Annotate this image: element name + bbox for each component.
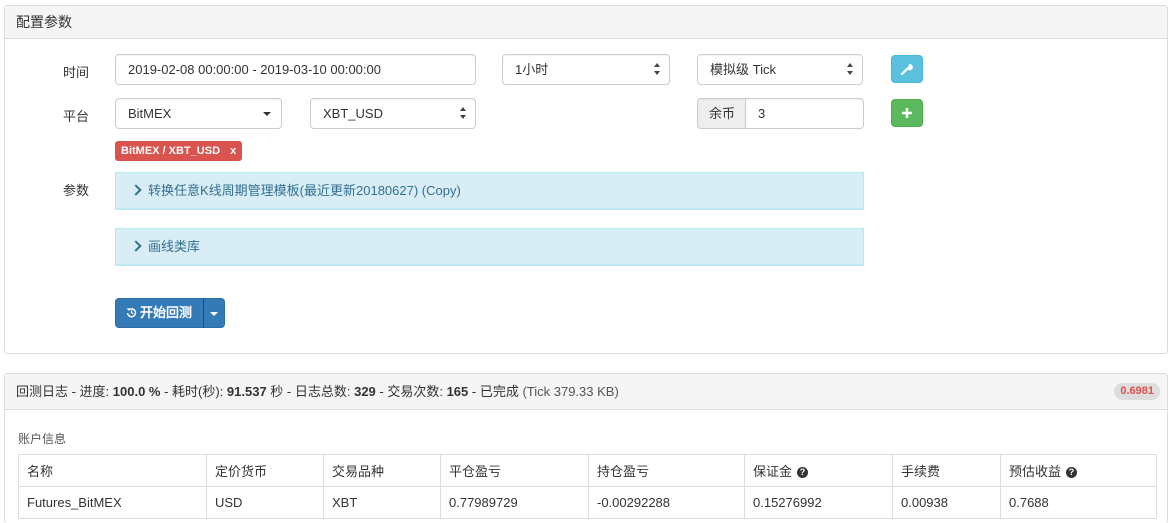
chevron-right-icon [130, 184, 142, 196]
col-header-label: 预估收益 [1009, 464, 1062, 479]
select-arrows-icon [654, 63, 661, 75]
col-header: 交易品种 [323, 454, 441, 487]
symbol-select-value: XBT_USD [323, 106, 383, 121]
param-group-title: 画线类库 [148, 239, 201, 254]
symbol-select[interactable]: XBT_USD [310, 98, 476, 129]
pair-tag-label: BitMEX / XBT_USD [121, 145, 221, 157]
run-backtest-label: 开始回测 [140, 305, 193, 320]
period-select-value: 1小时 [515, 62, 549, 77]
log-count: 329 [354, 384, 376, 399]
table-cell: 0.15276992 [744, 486, 893, 519]
param-group-template[interactable]: 转换任意K线周期管理模板(最近更新20180627) (Copy) [115, 172, 864, 210]
log-prefix: 回测日志 - 进度: [16, 384, 113, 399]
period-select[interactable]: 1小时 [502, 54, 670, 85]
history-icon [126, 308, 137, 318]
param-group-drawing-lib[interactable]: 画线类库 [115, 228, 864, 266]
table-cell: 0.7688 [1000, 486, 1157, 519]
table-cell: 0.00938 [892, 486, 1001, 519]
question-circle-icon[interactable]: ? [797, 467, 809, 478]
param-group-title: 转换任意K线周期管理模板(最近更新20180627) (Copy) [148, 183, 461, 198]
col-header-label: 保证金 [753, 464, 793, 479]
col-header-with-help: 保证金? [744, 454, 893, 487]
balance-addon: 余币 [697, 98, 746, 129]
table-cell: USD [206, 486, 324, 519]
pair-tag[interactable]: BitMEX / XBT_USD x [115, 141, 243, 161]
log-elapsed-label: - 耗时(秒): [160, 384, 227, 399]
col-header: 平仓盈亏 [440, 454, 589, 487]
col-header: 定价货币 [206, 454, 324, 487]
caret-down-icon [210, 312, 218, 316]
table-cell: XBT [323, 486, 441, 519]
backtest-log-panel: 回测日志 - 进度: 100.0 % - 耗时(秒): 91.537 秒 - 日… [4, 373, 1168, 523]
account-table: 名称 定价货币 交易品种 平仓盈亏 持仓盈亏 保证金? 手续费 预估收益? Fu… [18, 454, 1157, 519]
backtest-log-header: 回测日志 - 进度: 100.0 % - 耗时(秒): 91.537 秒 - 日… [5, 374, 1167, 410]
config-panel: 配置参数 时间 2019-02-08 00:00:00 - 2019-03-10… [4, 5, 1168, 354]
col-header-with-help: 预估收益? [1000, 454, 1157, 487]
table-row: Futures_BitMEX USD XBT 0.77989729 -0.002… [18, 486, 1157, 519]
settings-button[interactable] [891, 55, 923, 83]
log-elapsed-unit: 秒 [266, 384, 284, 399]
table-cell: Futures_BitMEX [18, 486, 207, 519]
table-cell: 0.77989729 [440, 486, 589, 519]
table-header-row: 名称 定价货币 交易品种 平仓盈亏 持仓盈亏 保证金? 手续费 预估收益? [18, 454, 1157, 487]
table-cell: -0.00292288 [588, 486, 745, 519]
exchange-select-value: BitMEX [128, 106, 172, 121]
result-badge: 0.6981 [1114, 383, 1160, 400]
params-label: 参数 [63, 183, 90, 198]
add-button[interactable] [891, 99, 923, 127]
select-arrows-icon [460, 107, 467, 119]
plus-icon [902, 108, 912, 118]
mode-select[interactable]: 模拟级 Tick [697, 54, 863, 85]
pair-tag-remove[interactable]: x [230, 145, 236, 157]
account-info-title: 账户信息 [18, 432, 67, 446]
col-header: 名称 [18, 454, 207, 487]
wrench-icon [900, 63, 913, 76]
col-header: 手续费 [892, 454, 1001, 487]
caret-down-icon [263, 112, 271, 116]
exchange-select[interactable]: BitMEX [115, 98, 282, 129]
trade-count: 165 [446, 384, 469, 399]
trade-count-label: - 交易次数: [375, 384, 447, 399]
date-range-input[interactable]: 2019-02-08 00:00:00 - 2019-03-10 00:00:0… [115, 54, 476, 85]
log-elapsed: 91.537 [226, 384, 267, 399]
log-progress: 100.0 % [112, 384, 161, 399]
platform-label: 平台 [63, 109, 90, 124]
chevron-right-icon [130, 240, 142, 252]
mode-select-value: 模拟级 Tick [710, 62, 776, 77]
time-label: 时间 [63, 65, 90, 80]
run-backtest-button[interactable]: 开始回测 [115, 298, 204, 328]
log-count-label: - 日志总数: [283, 384, 355, 399]
col-header: 持仓盈亏 [588, 454, 745, 487]
run-options-dropdown[interactable] [203, 298, 225, 328]
log-status: - 已完成 [468, 384, 523, 399]
select-arrows-icon [847, 63, 854, 75]
question-circle-icon[interactable]: ? [1066, 467, 1078, 478]
balance-input[interactable]: 3 [745, 98, 864, 129]
tick-info: (Tick 379.33 KB) [522, 384, 619, 399]
config-panel-title: 配置参数 [5, 6, 1167, 39]
